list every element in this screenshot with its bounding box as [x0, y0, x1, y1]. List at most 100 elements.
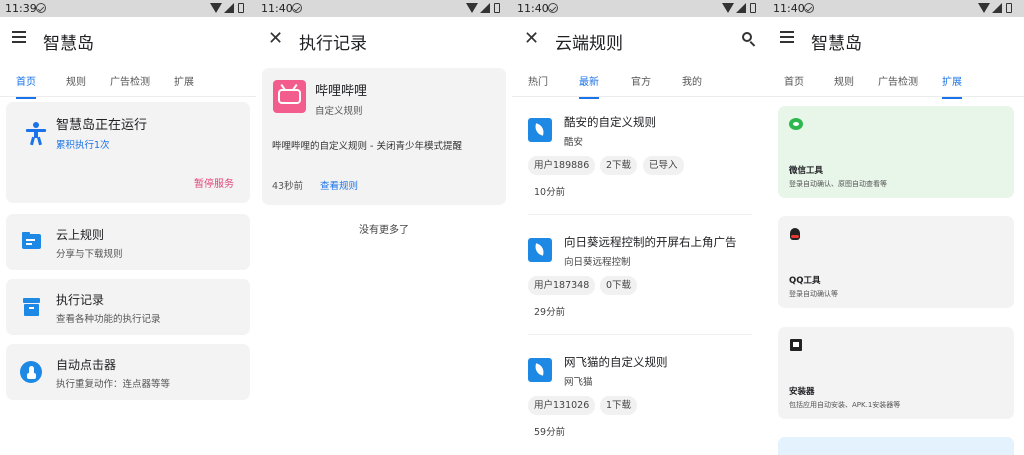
screen-extensions: 11:40 智慧岛 首页 规则 广告检测 扩展 微信工具 登录自动确认、原图自动…: [768, 0, 1024, 455]
rule-title: 酷安的自定义规则: [564, 115, 656, 129]
rule-imported-chip: 已导入: [643, 156, 684, 175]
rule-downloads-chip: 0下载: [600, 276, 638, 295]
tool-title: 云上规则: [56, 228, 105, 242]
record-time: 43秒前: [272, 181, 304, 192]
leaf-icon: [528, 118, 552, 142]
extension-card-installer[interactable]: 安装器 包括应用自动安装、APK.1安装器等: [778, 327, 1014, 419]
wifi-icon: [722, 3, 734, 13]
execution-record-card[interactable]: 哔哩哔哩 自定义规则 哔哩哔哩的自定义规则 - 关闭青少年模式提醒 43秒前 查…: [262, 68, 506, 205]
rule-user-chip: 用户187348: [528, 276, 596, 295]
rule-user-chip: 用户189886: [528, 156, 596, 175]
tool-desc: 查看各种功能的执行记录: [56, 314, 161, 325]
wifi-icon: [466, 3, 478, 13]
rule-app: 向日葵远程控制: [564, 257, 631, 268]
tab-latest[interactable]: 最新: [579, 73, 599, 99]
status-bar: 11:40: [256, 0, 512, 17]
page-title: 智慧岛: [43, 34, 94, 54]
rule-app: 网飞猫: [564, 377, 593, 388]
rule-title: 网飞猫的自定义规则: [564, 355, 668, 369]
tool-title: 自动点击器: [56, 358, 117, 372]
rule-item[interactable]: 网飞猫的自定义规则 网飞猫 用户131026 1下载 59分前: [512, 355, 768, 455]
rule-time: 59分前: [534, 427, 566, 438]
extension-desc: 登录自动确认等: [789, 290, 838, 298]
app-bar: 智慧岛: [0, 17, 256, 63]
status-time: 11:40: [773, 2, 805, 15]
app-bar: ✕ 执行记录: [256, 17, 512, 63]
extension-card-partial[interactable]: [778, 437, 1014, 455]
record-app-name: 哔哩哔哩: [315, 84, 368, 99]
rule-time: 10分前: [534, 187, 566, 198]
rule-title: 向日葵远程控制的开屏右上角广告: [564, 235, 737, 249]
tool-desc: 执行重复动作：连点器等等: [56, 379, 171, 390]
sync-icon: [292, 3, 302, 13]
tab-rules[interactable]: 规则: [66, 73, 86, 88]
tab-home[interactable]: 首页: [784, 73, 804, 88]
tab-extensions[interactable]: 扩展: [942, 73, 962, 99]
view-rule-link[interactable]: 查看规则: [320, 178, 358, 192]
extension-desc: 包括应用自动安装、APK.1安装器等: [789, 401, 901, 409]
sync-icon: [36, 3, 46, 13]
app-bar: ✕ 云端规则: [512, 17, 768, 63]
tab-ad-detect[interactable]: 广告检测: [878, 73, 918, 88]
service-status-card: 智慧岛正在运行 累积执行1次 暂停服务: [6, 102, 250, 203]
qq-icon: [790, 228, 800, 240]
extension-desc: 登录自动确认、原图自动查看等: [789, 180, 887, 188]
sync-icon: [804, 3, 814, 13]
extension-title: 微信工具: [789, 166, 824, 176]
rule-downloads-chip: 2下载: [600, 156, 638, 175]
status-time: 11:39: [5, 2, 37, 15]
signal-icon: [992, 3, 1002, 13]
bilibili-logo-icon: [273, 80, 306, 113]
close-icon[interactable]: ✕: [268, 30, 284, 48]
tool-card-auto-clicker[interactable]: 自动点击器 执行重复动作：连点器等等: [6, 344, 250, 400]
menu-icon[interactable]: [780, 31, 796, 47]
no-more-label: 没有更多了: [359, 225, 409, 236]
tool-card-cloud-rules[interactable]: 云上规则 分享与下载规则: [6, 214, 250, 270]
tab-bar: 热门 最新 官方 我的: [512, 63, 768, 99]
app-bar: 智慧岛: [768, 17, 1024, 63]
tab-ad-detect[interactable]: 广告检测: [110, 73, 150, 88]
signal-icon: [480, 3, 490, 13]
menu-icon[interactable]: [12, 31, 28, 47]
search-icon[interactable]: [742, 32, 756, 47]
leaf-icon: [528, 358, 552, 382]
rule-user-chip: 用户131026: [528, 396, 596, 415]
pause-service-button[interactable]: 暂停服务: [194, 175, 234, 190]
installer-icon: [790, 339, 802, 351]
tab-extensions[interactable]: 扩展: [174, 73, 194, 88]
screen-cloud-rules: 11:40 ✕ 云端规则 热门 最新 官方 我的 酷安的自定义规则 酷安 用户1…: [512, 0, 768, 455]
extension-card-wechat[interactable]: 微信工具 登录自动确认、原图自动查看等: [778, 106, 1014, 198]
extension-title: QQ工具: [789, 276, 821, 286]
accessibility-icon: [26, 122, 46, 146]
execution-count: 累积执行1次: [56, 140, 110, 151]
status-time: 11:40: [517, 2, 549, 15]
sync-icon: [548, 3, 558, 13]
record-description: 哔哩哔哩的自定义规则 - 关闭青少年模式提醒: [272, 141, 462, 152]
status-bar: 11:39: [0, 0, 256, 17]
close-icon[interactable]: ✕: [524, 30, 540, 48]
rule-app: 酷安: [564, 137, 584, 148]
battery-icon: [494, 3, 500, 13]
page-title: 云端规则: [555, 34, 623, 54]
status-bar: 11:40: [512, 0, 768, 17]
tab-mine[interactable]: 我的: [682, 73, 702, 88]
tool-card-execution-log[interactable]: 执行记录 查看各种功能的执行记录: [6, 279, 250, 335]
tab-official[interactable]: 官方: [631, 73, 651, 88]
signal-icon: [224, 3, 234, 13]
extension-card-qq[interactable]: QQ工具 登录自动确认等: [778, 216, 1014, 308]
tap-icon: [20, 361, 42, 383]
page-title: 执行记录: [299, 34, 367, 54]
wifi-icon: [978, 3, 990, 13]
rule-time: 29分前: [534, 307, 566, 318]
extension-title: 安装器: [789, 387, 815, 397]
tab-hot[interactable]: 热门: [528, 73, 548, 88]
battery-icon: [1006, 3, 1012, 13]
screen-execution-log: 11:40 ✕ 执行记录 哔哩哔哩 自定义规则 哔哩哔哩的自定义规则 - 关闭青…: [256, 0, 512, 455]
tool-title: 执行记录: [56, 293, 105, 307]
record-rule-type: 自定义规则: [315, 106, 363, 117]
wechat-icon: [789, 118, 803, 130]
tab-rules[interactable]: 规则: [834, 73, 854, 88]
page-title: 智慧岛: [811, 34, 862, 54]
tab-home[interactable]: 首页: [16, 73, 36, 99]
rule-downloads-chip: 1下载: [600, 396, 638, 415]
